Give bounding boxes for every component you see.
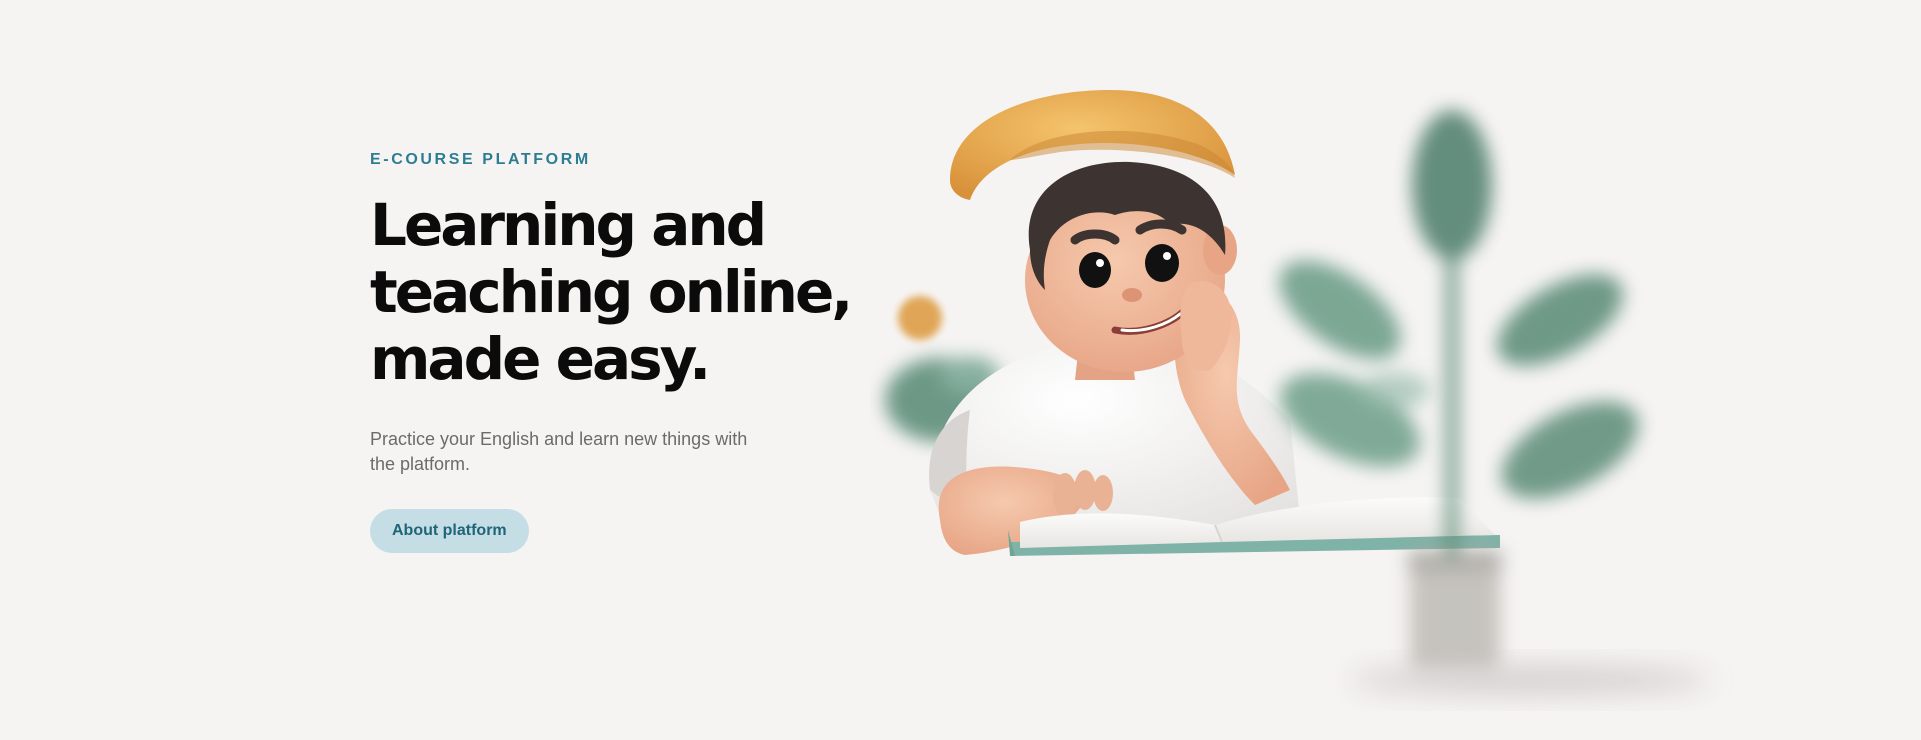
headline-line-1: Learning and [370,191,767,259]
hero-headline: Learning and teaching online, made easy. [370,192,890,393]
hero-subtext: Practice your English and learn new thin… [370,429,748,474]
about-platform-button[interactable]: About platform [370,509,529,553]
headline-line-2: teaching online, [370,258,853,326]
hero-eyebrow: E-COURSE PLATFORM [370,151,591,168]
plant-icon [1279,110,1639,670]
headline-line-3: made easy. [370,325,711,393]
landing-page: E-COURSE PLATFORM Learning and teaching … [0,0,1921,740]
boy-reading-book-illustration [885,90,1710,694]
ball-icon [898,296,942,340]
hero-text-block: E-COURSE PLATFORM Learning and teaching … [370,150,890,553]
